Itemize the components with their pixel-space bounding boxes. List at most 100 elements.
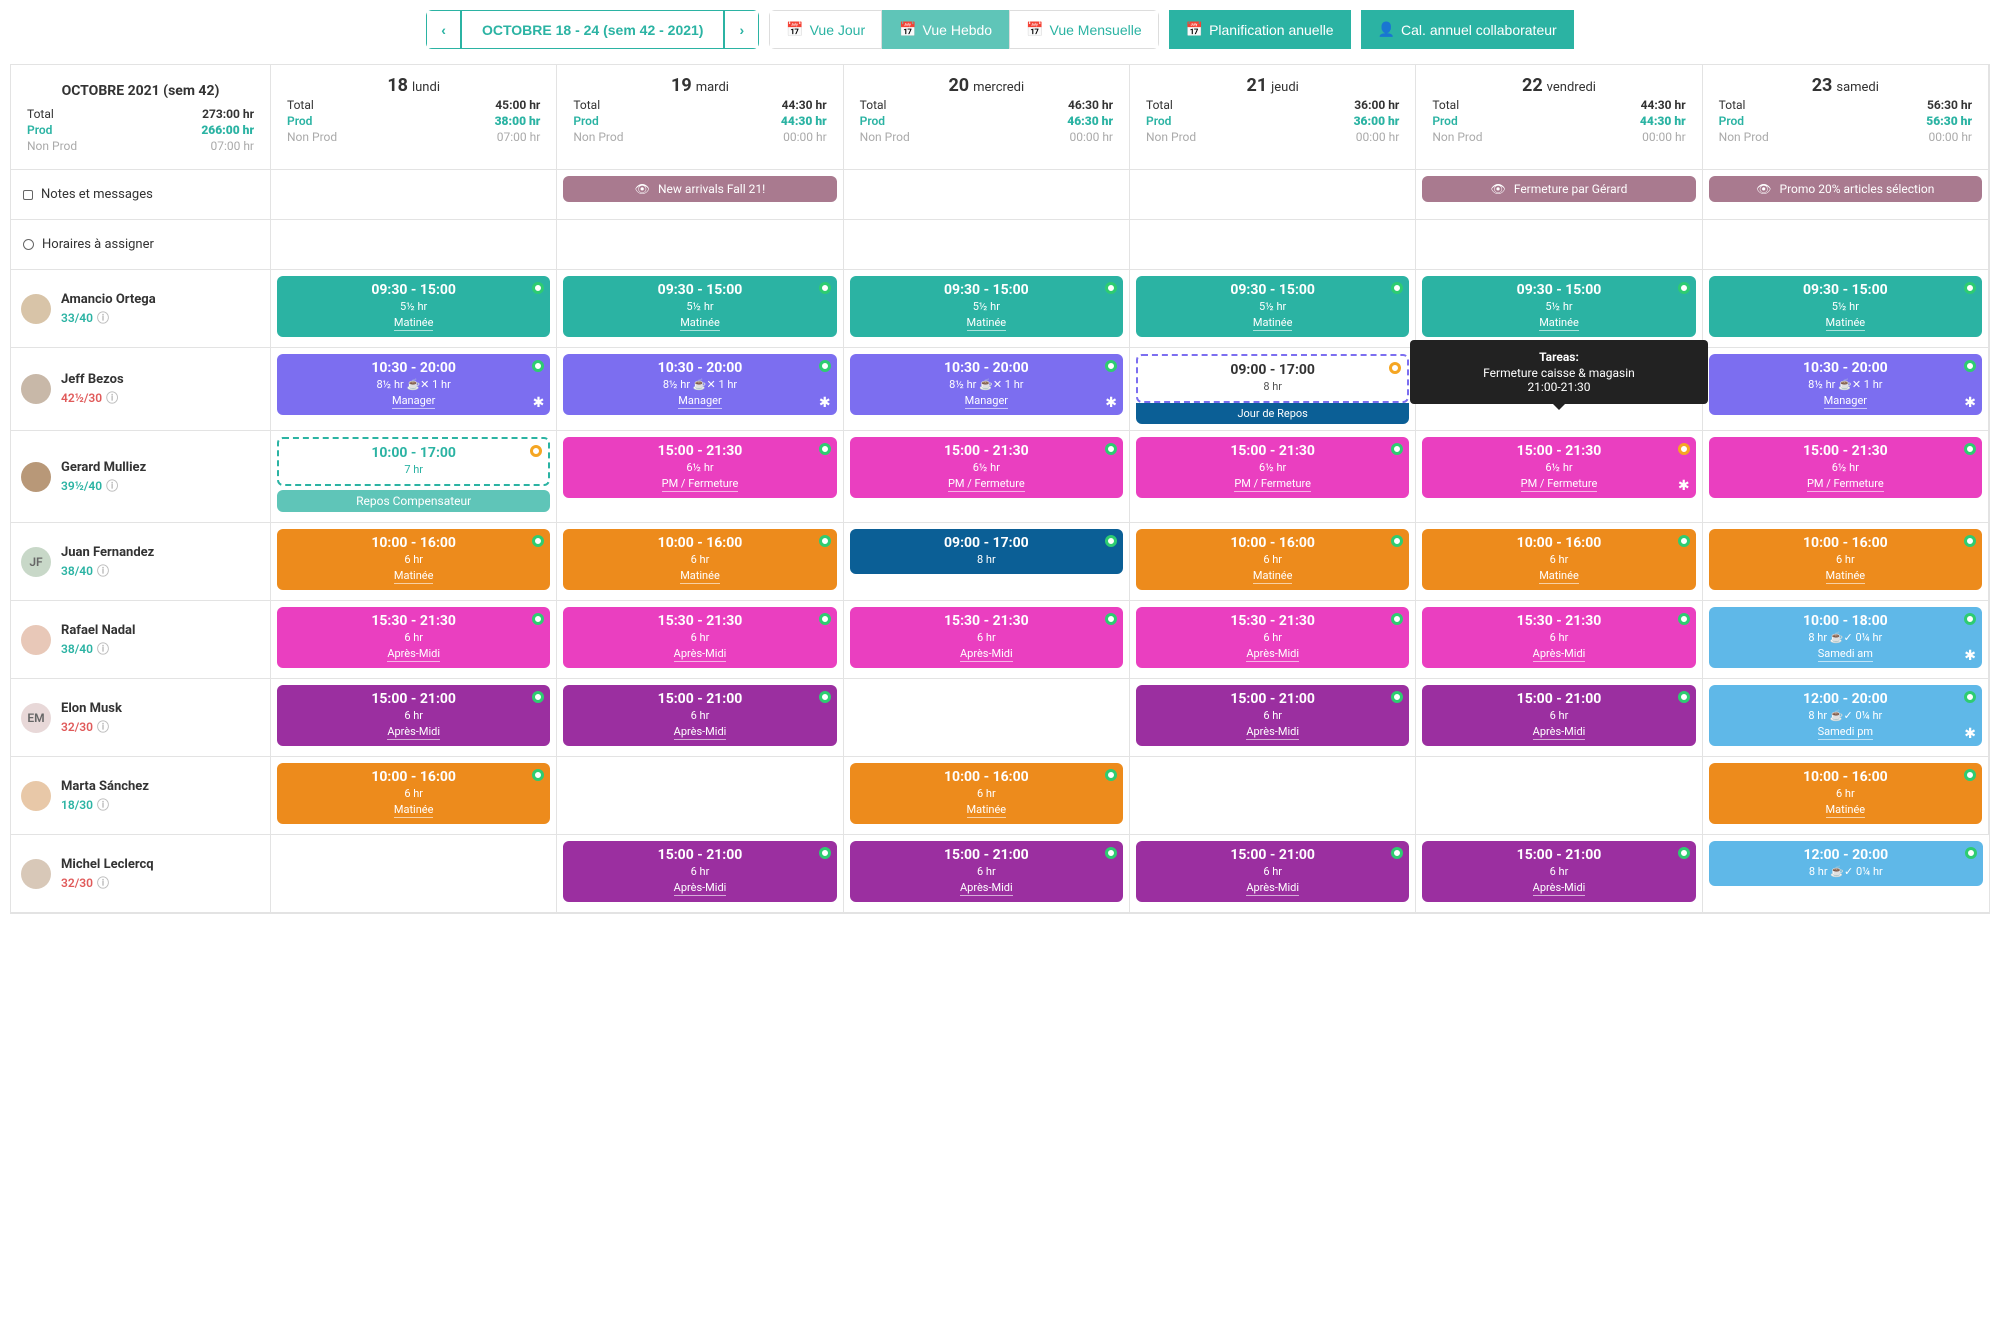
next-week-button[interactable]: › bbox=[724, 10, 759, 49]
note-pill[interactable]: 👁Fermeture par Gérard bbox=[1422, 176, 1695, 202]
star-icon: ✱ bbox=[1964, 395, 1976, 411]
toolbar: ‹ OCTOBRE 18 - 24 (sem 42 - 2021) › 📅Vue… bbox=[10, 10, 1990, 49]
shift-card[interactable]: 09:30 - 15:005½ hrMatinée bbox=[277, 276, 550, 337]
shift-card[interactable]: 15:30 - 21:306 hrAprès-Midi bbox=[1136, 607, 1409, 668]
info-icon: ⓘ bbox=[97, 798, 109, 812]
shift-card-dashed[interactable]: 09:00 - 17:008 hr bbox=[1136, 354, 1409, 403]
shift-card-dashed[interactable]: 10:00 - 17:007 hr bbox=[277, 437, 550, 486]
week-title: OCTOBRE 2021 (sem 42) bbox=[17, 71, 264, 105]
shift-card[interactable]: 15:00 - 21:006 hrAprès-Midi bbox=[1136, 841, 1409, 902]
shift-card[interactable]: 09:30 - 15:005½ hrMatinée bbox=[850, 276, 1123, 337]
shift-card[interactable]: 12:00 - 20:008 hr ☕✓ 0¼ hr bbox=[1709, 841, 1983, 886]
notes-mon[interactable] bbox=[271, 170, 557, 220]
shift-card[interactable]: 15:00 - 21:006 hrAprès-Midi bbox=[1136, 685, 1409, 746]
shift-card[interactable]: 15:00 - 21:306½ hrPM / Fermeture bbox=[850, 437, 1123, 498]
shift-card[interactable]: 15:00 - 21:006 hrAprès-Midi bbox=[563, 685, 836, 746]
star-icon: ✱ bbox=[1105, 395, 1117, 411]
info-icon: ⓘ bbox=[106, 391, 118, 405]
shift-card[interactable]: 15:00 - 21:006 hrAprès-Midi bbox=[563, 841, 836, 902]
notes-thu[interactable] bbox=[1130, 170, 1416, 220]
avatar bbox=[21, 462, 51, 492]
avatar bbox=[21, 625, 51, 655]
shift-card[interactable]: 15:00 - 21:306½ hrPM / Fermeture bbox=[563, 437, 836, 498]
coffee-icon: ☕✕ bbox=[1838, 378, 1861, 391]
notes-fri[interactable]: 👁Fermeture par Gérard bbox=[1416, 170, 1702, 220]
shift-card[interactable]: 10:00 - 18:008 hr ☕✓ 0¼ hrSamedi am✱ bbox=[1709, 607, 1982, 668]
shift-card[interactable]: 10:00 - 16:006 hrMatinée bbox=[1422, 529, 1695, 590]
employee-row: Michel Leclercq32/30ⓘ bbox=[11, 835, 271, 913]
annual-planning-button[interactable]: 📅Planification anuelle bbox=[1169, 10, 1351, 49]
shift-card[interactable]: 15:00 - 21:006 hrAprès-Midi bbox=[277, 685, 550, 746]
shift-card[interactable]: 15:30 - 21:306 hrAprès-Midi bbox=[850, 607, 1123, 668]
shift-card[interactable]: 10:30 - 20:008½ hr ☕✕ 1 hrManager✱ bbox=[1709, 354, 1982, 415]
avatar bbox=[21, 781, 51, 811]
notes-label: Notes et messages bbox=[11, 170, 271, 220]
person-icon: 👤 bbox=[1378, 21, 1395, 38]
shift-card[interactable]: 09:30 - 15:005½ hrMatinée bbox=[563, 276, 836, 337]
employee-row: JF Juan Fernandez38/40ⓘ bbox=[11, 523, 271, 601]
tooltip: Tareas:Fermeture caisse & magasin21:00-2… bbox=[1410, 340, 1707, 404]
rest-bar: Jour de Repos bbox=[1136, 403, 1409, 424]
view-week-button[interactable]: 📅Vue Hebdo bbox=[882, 10, 1009, 49]
shift-card[interactable]: 15:00 - 21:306½ hrPM / Fermeture bbox=[1136, 437, 1409, 498]
shift-card[interactable]: 09:30 - 15:005½ hrMatinée bbox=[1136, 276, 1409, 337]
employee-row: EM Elon Musk32/30ⓘ bbox=[11, 679, 271, 757]
employee-row: Amancio Ortega33/40ⓘ bbox=[11, 270, 271, 348]
coffee-icon: ☕✓ bbox=[1830, 865, 1853, 878]
schedule-grid: OCTOBRE 2021 (sem 42) Total273:00 hr Pro… bbox=[10, 64, 1990, 914]
shift-card[interactable]: 10:30 - 20:008½ hr ☕✕ 1 hrManager✱ bbox=[277, 354, 550, 415]
note-pill[interactable]: 👁Promo 20% articles sélection bbox=[1709, 176, 1982, 202]
day-header-mon: 18lundi Total45:00 hrProd38:00 hrNon Pro… bbox=[271, 65, 557, 170]
shift-card[interactable]: 15:00 - 21:006 hrAprès-Midi bbox=[850, 841, 1123, 902]
avatar bbox=[21, 859, 51, 889]
notes-sat[interactable]: 👁Promo 20% articles sélection bbox=[1703, 170, 1989, 220]
shift-card[interactable]: 10:00 - 16:006 hrMatinée bbox=[277, 529, 550, 590]
info-icon: ⓘ bbox=[97, 564, 109, 578]
coffee-icon: ☕✓ bbox=[1830, 709, 1853, 722]
shift-card[interactable]: 15:00 - 21:006 hrAprès-Midi bbox=[1422, 841, 1695, 902]
shift-card[interactable]: 09:30 - 15:005½ hrMatinée bbox=[1709, 276, 1982, 337]
star-icon: ✱ bbox=[1964, 726, 1976, 742]
shift-card[interactable]: 10:30 - 20:008½ hr ☕✕ 1 hrManager✱ bbox=[850, 354, 1123, 415]
view-day-button[interactable]: 📅Vue Jour bbox=[769, 10, 882, 49]
shift-card[interactable]: 10:00 - 16:006 hrMatinée bbox=[277, 763, 550, 824]
calendar-icon: 📅 bbox=[786, 21, 803, 38]
shift-card[interactable]: 10:30 - 20:008½ hr ☕✕ 1 hrManager✱ bbox=[563, 354, 836, 415]
employee-row: Jeff Bezos42½/30ⓘ bbox=[11, 348, 271, 431]
star-icon: ✱ bbox=[819, 395, 831, 411]
shift-card[interactable]: 10:00 - 16:006 hrMatinée bbox=[850, 763, 1123, 824]
shift-card[interactable]: 10:00 - 16:006 hrMatinée bbox=[563, 529, 836, 590]
day-header-wed: 20mercredi Total46:30 hrProd46:30 hrNon … bbox=[844, 65, 1130, 170]
employee-row: Gerard Mulliez39½/40ⓘ bbox=[11, 431, 271, 523]
shift-card[interactable]: 15:00 - 21:006 hrAprès-Midi bbox=[1422, 685, 1695, 746]
shift-card[interactable]: 15:00 - 21:306½ hrPM / Fermeture bbox=[1709, 437, 1982, 498]
eye-icon: 👁 bbox=[1491, 182, 1506, 196]
day-header-fri: 22vendredi Total44:30 hrProd44:30 hrNon … bbox=[1416, 65, 1702, 170]
notes-wed[interactable] bbox=[844, 170, 1130, 220]
shift-card[interactable]: 09:00 - 17:008 hr bbox=[850, 529, 1123, 574]
comp-rest-bar[interactable]: Repos Compensateur bbox=[277, 490, 550, 512]
shift-card[interactable]: 15:00 - 21:306½ hrPM / Fermeture✱ bbox=[1422, 437, 1695, 498]
shift-card[interactable]: 10:00 - 16:006 hrMatinée bbox=[1709, 763, 1982, 824]
shift-card[interactable]: 09:30 - 15:005½ hrMatinée bbox=[1422, 276, 1695, 337]
clock-icon bbox=[23, 239, 34, 250]
shift-card[interactable]: 15:30 - 21:306 hrAprès-Midi bbox=[563, 607, 836, 668]
date-range-button[interactable]: OCTOBRE 18 - 24 (sem 42 - 2021) bbox=[461, 10, 725, 49]
coffee-icon: ☕✕ bbox=[693, 378, 716, 391]
info-icon: ⓘ bbox=[106, 479, 118, 493]
star-icon: ✱ bbox=[1964, 648, 1976, 664]
calendar-icon: 📅 bbox=[1186, 21, 1203, 38]
notes-icon bbox=[23, 190, 33, 200]
shift-card[interactable]: 15:30 - 21:306 hrAprès-Midi bbox=[1422, 607, 1695, 668]
annual-collaborator-button[interactable]: 👤Cal. annuel collaborateur bbox=[1361, 10, 1574, 49]
shift-card[interactable]: 15:30 - 21:306 hrAprès-Midi bbox=[277, 607, 550, 668]
prev-week-button[interactable]: ‹ bbox=[426, 10, 461, 49]
shift-card[interactable]: 12:00 - 20:008 hr ☕✓ 0¼ hrSamedi pm✱ bbox=[1709, 685, 1982, 746]
view-month-button[interactable]: 📅Vue Mensuelle bbox=[1009, 10, 1159, 49]
shift-card[interactable]: 10:00 - 16:006 hrMatinée bbox=[1136, 529, 1409, 590]
calendar-icon: 📅 bbox=[899, 21, 916, 38]
note-pill[interactable]: 👁New arrivals Fall 21! bbox=[563, 176, 836, 202]
shift-card[interactable]: 10:00 - 16:006 hrMatinée bbox=[1709, 529, 1982, 590]
notes-tue[interactable]: 👁New arrivals Fall 21! bbox=[557, 170, 843, 220]
avatar: JF bbox=[21, 547, 51, 577]
